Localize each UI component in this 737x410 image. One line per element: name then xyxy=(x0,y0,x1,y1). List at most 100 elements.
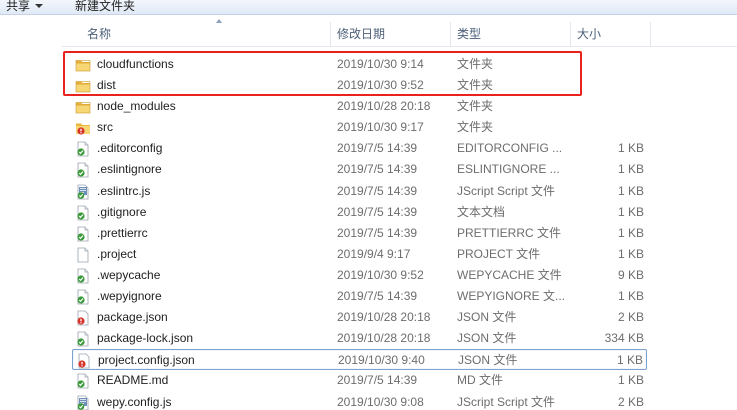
file-date: 2019/7/5 14:39 xyxy=(337,162,418,177)
blank-file-icon xyxy=(75,247,91,263)
file-row[interactable]: .wepycache 2019/10/30 9:52 WEPYCACHE 文件 9 K… xyxy=(72,265,647,286)
column-header-name[interactable]: 名称 xyxy=(81,19,331,46)
file-name: cloudfunctions xyxy=(97,57,174,71)
file-row[interactable]: .wepyignore 2019/7/5 14:39 WEPYIGNORE 文...… xyxy=(72,286,647,307)
file-date: 2019/10/28 20:18 xyxy=(337,310,431,325)
file-size xyxy=(574,54,644,75)
column-header-size[interactable]: 大小 xyxy=(571,22,651,46)
file-row[interactable]: src 2019/10/30 9:17 文件夹 xyxy=(72,117,647,138)
file-row[interactable]: .prettierrc 2019/7/5 14:39 PRETTIERRC 文件 1 … xyxy=(72,223,647,244)
file-size: 1 KB xyxy=(617,289,644,304)
file-name: package-lock.json xyxy=(97,331,194,346)
file-icon xyxy=(75,162,91,178)
file-name: package.json xyxy=(97,310,168,325)
file-type: JScript Script 文件 xyxy=(457,394,556,409)
file-size: 1 KB xyxy=(617,373,644,388)
file-name: .wepyignore xyxy=(97,289,162,304)
file-icon xyxy=(75,373,91,389)
column-header-name-label: 名称 xyxy=(87,27,112,41)
file-row[interactable]: cloudfunctions 2019/10/30 9:14 文件夹 xyxy=(72,54,647,75)
file-row[interactable]: .gitignore 2019/7/5 14:39 文本文档 1 KB xyxy=(72,202,647,223)
file-date: 2019/7/5 14:39 xyxy=(337,204,418,219)
dropdown-caret-icon xyxy=(35,4,44,8)
file-size xyxy=(574,75,644,96)
file-type: ESLINTIGNORE ... xyxy=(457,162,560,177)
file-name: README.md xyxy=(97,373,169,388)
file-row[interactable]: .eslintignore 2019/7/5 14:39 ESLINTIGNORE … xyxy=(72,159,647,180)
file-date: 2019/10/30 9:14 xyxy=(337,57,424,71)
file-size: 2 KB xyxy=(617,310,644,325)
file-name: project.config.json xyxy=(98,353,195,368)
sort-ascending-icon xyxy=(216,19,222,23)
file-list: cloudfunctions 2019/10/30 9:14 文件夹 dist 2019… xyxy=(72,54,647,410)
file-date: 2019/10/30 9:52 xyxy=(337,78,424,93)
file-type: WEPYCACHE 文件 xyxy=(457,267,562,282)
file-date: 2019/10/30 9:08 xyxy=(337,394,424,409)
file-date: 2019/7/5 14:39 xyxy=(337,141,418,156)
file-name: src xyxy=(97,120,113,135)
file-row[interactable]: .editorconfig 2019/7/5 14:39 EDITORCONFIG … xyxy=(72,138,647,159)
file-date: 2019/10/28 20:18 xyxy=(337,99,431,114)
file-row[interactable]: README.md 2019/7/5 14:39 MD 文件 1 KB xyxy=(72,370,647,391)
file-row[interactable]: package-lock.json 2019/10/28 20:18 JSON 文件… xyxy=(72,328,647,349)
file-type: EDITORCONFIG ... xyxy=(457,141,563,156)
toolbar: 共享 新建文件夹 xyxy=(0,0,737,15)
file-icon xyxy=(75,205,91,221)
file-size: 1 KB xyxy=(617,141,644,156)
file-type: JSON 文件 xyxy=(457,310,517,325)
file-date: 2019/7/5 14:39 xyxy=(337,289,418,304)
file-date: 2019/10/28 20:18 xyxy=(337,331,431,346)
file-row[interactable]: project.config.json 2019/10/30 9:40 JSON 文… xyxy=(72,349,647,371)
file-icon xyxy=(75,141,91,157)
folder-icon xyxy=(75,78,91,94)
file-type: 文件夹 xyxy=(457,78,494,93)
column-header-bar: 名称 修改日期 类型 大小 xyxy=(62,19,737,47)
file-icon xyxy=(75,226,91,242)
file-size: 1 KB xyxy=(617,246,644,261)
file-name: .prettierrc xyxy=(97,225,148,240)
column-header-date[interactable]: 修改日期 xyxy=(331,22,451,46)
new-folder-button[interactable]: 新建文件夹 xyxy=(75,0,135,14)
file-row[interactable]: node_modules 2019/10/28 20:18 文件夹 xyxy=(72,96,647,117)
file-size: 334 KB xyxy=(604,331,644,346)
file-size: 1 KB xyxy=(617,204,644,219)
file-date: 2019/7/5 14:39 xyxy=(337,183,418,198)
file-type: 文本文档 xyxy=(457,204,506,219)
folder-icon xyxy=(75,57,91,73)
file-type: MD 文件 xyxy=(457,373,503,388)
file-name: .eslintrc.js xyxy=(97,183,151,198)
file-date: 2019/7/5 14:39 xyxy=(337,225,418,240)
file-name: .gitignore xyxy=(97,204,147,219)
file-type: 文件夹 xyxy=(457,99,494,114)
folder-icon xyxy=(75,99,91,115)
file-size: 2 KB xyxy=(617,394,644,409)
file-size: 1 KB xyxy=(617,225,644,240)
file-size: 1 KB xyxy=(616,353,643,368)
file-type: JSON 文件 xyxy=(458,353,518,368)
file-name: .editorconfig xyxy=(97,141,163,156)
file-row[interactable]: dist 2019/10/30 9:52 文件夹 xyxy=(72,75,647,96)
column-header-type[interactable]: 类型 xyxy=(451,22,571,46)
file-icon xyxy=(75,268,91,284)
file-type: JSON 文件 xyxy=(457,331,517,346)
file-type: 文件夹 xyxy=(457,120,494,135)
script-file-icon xyxy=(75,184,91,200)
file-row[interactable]: package.json 2019/10/28 20:18 JSON 文件 2 KB xyxy=(72,307,647,328)
folder-icon xyxy=(75,120,91,136)
file-name: node_modules xyxy=(97,99,176,114)
share-label: 共享 xyxy=(6,0,31,13)
share-menu-button[interactable]: 共享 xyxy=(6,0,44,14)
file-row[interactable]: .project 2019/9/4 9:17 PROJECT 文件 1 KB xyxy=(72,244,647,265)
file-type: JScript Script 文件 xyxy=(457,183,556,198)
file-name: .project xyxy=(97,246,137,261)
file-type: WEPYIGNORE 文... xyxy=(457,289,566,304)
file-size xyxy=(574,117,644,138)
warning-file-icon xyxy=(75,310,91,326)
file-icon xyxy=(75,289,91,305)
file-row[interactable]: .eslintrc.js 2019/7/5 14:39 JScript Script… xyxy=(72,181,647,202)
warning-file-icon xyxy=(76,353,92,369)
file-name: wepy.config.js xyxy=(97,394,172,409)
file-size: 1 KB xyxy=(617,183,644,198)
file-icon xyxy=(75,331,91,347)
file-row[interactable]: wepy.config.js 2019/10/30 9:08 JScript Scr… xyxy=(72,392,647,410)
